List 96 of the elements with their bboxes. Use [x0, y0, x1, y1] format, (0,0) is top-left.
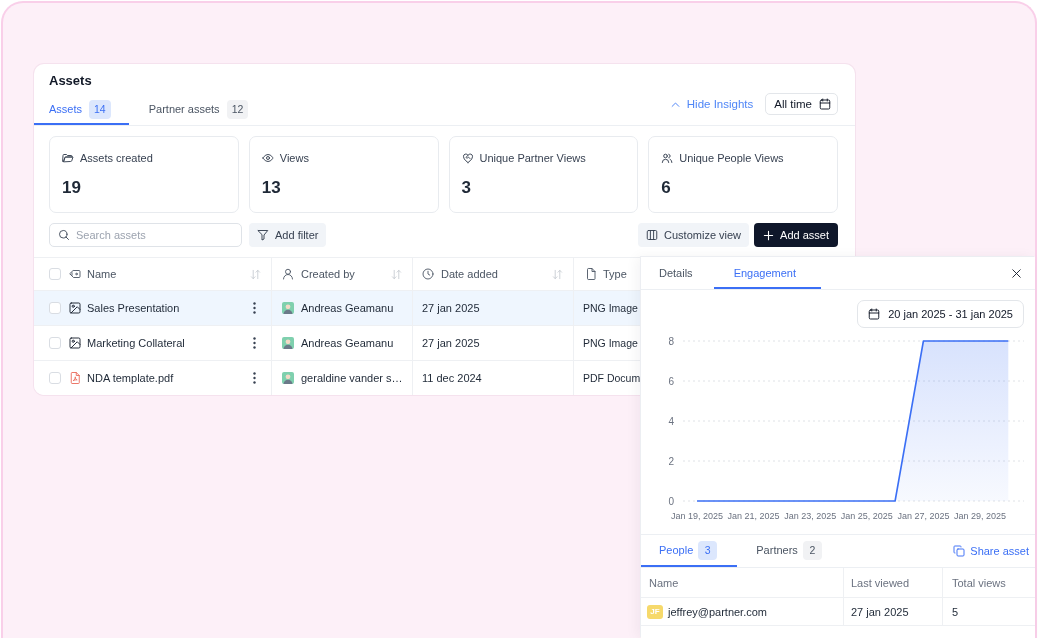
stat-value: 13	[261, 178, 281, 197]
x-axis-label: Jan 23, 2025	[784, 511, 837, 521]
filter-icon	[257, 229, 269, 241]
total-views: 5	[952, 605, 959, 618]
y-axis-label: 6	[668, 375, 674, 387]
date-filter-button[interactable]: All time	[765, 93, 838, 115]
sort-icon[interactable]	[391, 268, 402, 280]
more-icon[interactable]	[253, 302, 256, 314]
viewer-email: jeffrey@partner.com	[668, 605, 767, 618]
add-asset-button[interactable]: Add asset	[754, 223, 838, 247]
avatar-icon	[282, 372, 294, 384]
share-asset-link[interactable]: Share asset	[953, 535, 1029, 567]
tab[interactable]: Partner assets 12	[128, 95, 267, 125]
plus-icon	[763, 229, 775, 241]
creator-name: Andreas Geamanu	[301, 302, 394, 314]
sort-icon[interactable]	[552, 268, 563, 280]
stat-label: Unique People Views	[679, 152, 784, 164]
checkbox[interactable]	[49, 268, 61, 280]
y-axis-label: 8	[668, 335, 674, 347]
file-type: PNG Image	[583, 302, 638, 314]
column-header: Name	[649, 576, 679, 589]
search-icon	[58, 229, 70, 241]
copy-icon	[953, 545, 966, 557]
customize-view-button[interactable]: Customize view	[638, 223, 750, 247]
column-header: Created by	[301, 268, 355, 280]
tab[interactable]: Engagement	[713, 257, 821, 289]
asset-name: Sales Presentation	[87, 302, 180, 314]
column-header: Last viewed	[851, 576, 910, 589]
add-filter-button[interactable]: Add filter	[249, 223, 327, 247]
last-viewed: 27 jan 2025	[851, 605, 909, 618]
asset-name: NDA template.pdf	[87, 372, 174, 384]
tab[interactable]: Assets 14	[34, 95, 129, 125]
more-icon[interactable]	[253, 372, 256, 384]
column-header: Name	[87, 268, 117, 280]
stat-value: 19	[62, 178, 81, 197]
date-added: 11 dec 2024	[422, 372, 482, 384]
table-row[interactable]: Sales Presentation Andreas Geamanu 27 jan 2025 PNG Image	[34, 291, 641, 326]
file-type: PDF Docum	[583, 372, 641, 384]
date-added: 27 jan 2025	[422, 337, 480, 349]
x-axis-label: Jan 25, 2025	[840, 511, 893, 521]
columns-icon	[646, 229, 659, 241]
x-axis-label: Jan 29, 2025	[954, 511, 1006, 521]
pdf-file-icon	[69, 372, 81, 384]
y-axis-label: 4	[668, 415, 674, 427]
eye-icon	[261, 152, 274, 164]
date-range-button[interactable]: 20 jan 2025 - 31 jan 2025	[857, 300, 1024, 328]
checkbox[interactable]	[49, 337, 61, 349]
table-row[interactable]: NDA template.pdf geraldine vander s… 11 dec 2024 PDF Docum	[34, 361, 641, 395]
count-badge: 12	[226, 99, 249, 119]
close-icon[interactable]	[1012, 269, 1021, 278]
stat-label: Views	[279, 152, 309, 164]
initials-avatar: JF	[647, 604, 663, 619]
creator-name: Andreas Geamanu	[301, 337, 394, 349]
count-badge: 3	[698, 540, 718, 560]
asset-name: Marketing Collateral	[87, 337, 185, 349]
stat-value: 6	[661, 178, 671, 197]
image-icon	[69, 337, 81, 349]
date-added: 27 jan 2025	[422, 302, 480, 314]
tab[interactable]: Partners 2	[737, 535, 842, 567]
tab[interactable]: People 3	[641, 535, 738, 567]
user-icon	[282, 268, 294, 280]
avatar-icon	[282, 337, 294, 349]
clock-icon	[422, 268, 434, 280]
file-type: PNG Image	[583, 337, 638, 349]
count-badge: 14	[89, 99, 111, 119]
column-header: Type	[603, 268, 627, 280]
calendar-icon	[819, 98, 831, 110]
stat-value: 3	[461, 178, 471, 197]
x-axis-label: Jan 21, 2025	[727, 511, 780, 521]
column-header: Total views	[952, 576, 1006, 589]
people-icon	[661, 152, 674, 164]
search-field[interactable]: Search assets	[49, 223, 242, 247]
sort-icon[interactable]	[250, 268, 261, 280]
file-icon	[585, 268, 597, 280]
creator-name: geraldine vander s…	[301, 372, 403, 384]
stat-label: Unique Partner Views	[479, 152, 586, 164]
calendar-icon	[868, 308, 881, 320]
image-icon	[69, 302, 81, 314]
table-row[interactable]: Marketing Collateral Andreas Geamanu 27 jan 2025 PNG Image	[34, 326, 641, 361]
y-axis-label: 2	[668, 455, 674, 467]
tag-icon	[69, 268, 81, 280]
stat-label: Assets created	[80, 152, 153, 164]
column-header: Date added	[441, 268, 498, 280]
x-axis-label: Jan 27, 2025	[897, 511, 950, 521]
checkbox[interactable]	[49, 302, 61, 314]
folder-icon	[62, 152, 74, 164]
tab[interactable]: Details	[641, 257, 714, 289]
x-axis-label: Jan 19, 2025	[671, 511, 723, 521]
checkbox[interactable]	[49, 372, 61, 384]
count-badge: 2	[802, 540, 822, 560]
heart-icon	[461, 152, 474, 164]
avatar-icon	[282, 302, 294, 314]
y-axis-label: 0	[668, 495, 674, 507]
page-title: Assets	[49, 73, 92, 89]
hide-insights-toggle[interactable]: Hide Insights	[670, 98, 754, 110]
more-icon[interactable]	[253, 337, 256, 349]
